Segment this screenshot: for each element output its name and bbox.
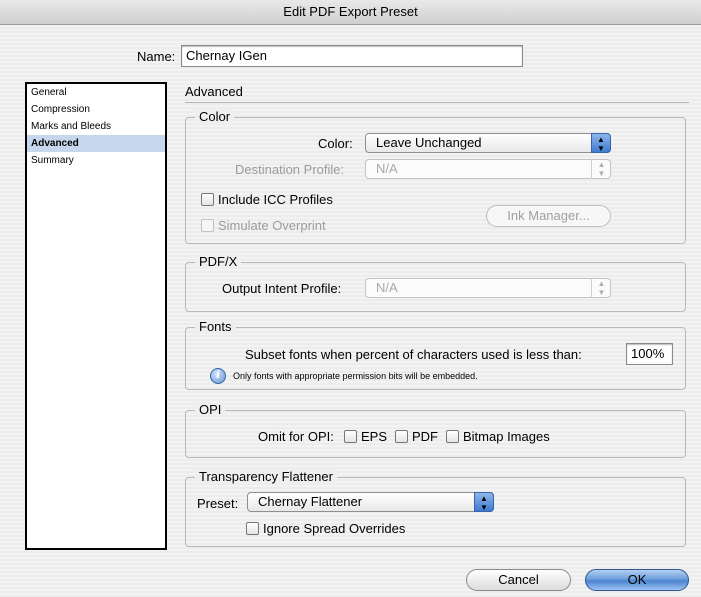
include-icc-profiles-checkbox[interactable]	[201, 193, 214, 206]
panel-title-divider	[185, 102, 689, 103]
ignore-spread-overrides-label: Ignore Spread Overrides	[263, 521, 406, 536]
ignore-spread-overrides-checkbox[interactable]	[246, 522, 259, 535]
sidebar-item-general[interactable]: General	[27, 84, 165, 101]
name-label: Name:	[137, 49, 176, 64]
simulate-overprint-label: Simulate Overprint	[218, 218, 326, 233]
include-icc-profiles-label: Include ICC Profiles	[218, 192, 333, 207]
fonts-group-title: Fonts	[195, 319, 236, 334]
destination-profile-value: N/A	[376, 161, 398, 176]
transparency-flattener-group-title: Transparency Flattener	[195, 469, 337, 484]
popup-arrows-icon: ▲ ▼	[591, 133, 611, 153]
color-popup-value: Leave Unchanged	[376, 135, 482, 150]
output-intent-profile-value: N/A	[376, 280, 398, 295]
fonts-info-text: Only fonts with appropriate permission b…	[233, 371, 478, 381]
opi-eps-checkbox[interactable]	[344, 430, 357, 443]
output-intent-profile-label: Output Intent Profile:	[222, 281, 342, 296]
opi-bitmap-images-label: Bitmap Images	[463, 429, 550, 444]
flattener-preset-popup[interactable]: Chernay Flattener ▲ ▼	[247, 492, 494, 512]
simulate-overprint-checkbox[interactable]	[201, 219, 214, 232]
opi-pdf-checkbox[interactable]	[395, 430, 408, 443]
category-list: General Compression Marks and Bleeds Adv…	[25, 82, 167, 550]
output-intent-profile-popup[interactable]: N/A ▲ ▼	[365, 278, 611, 298]
popup-arrows-icon: ▲ ▼	[591, 278, 611, 298]
destination-profile-popup[interactable]: N/A ▲ ▼	[365, 159, 611, 179]
color-group-title: Color	[195, 109, 235, 124]
destination-profile-label: Destination Profile:	[235, 162, 345, 177]
name-field[interactable]: Chernay IGen	[181, 45, 523, 67]
color-popup[interactable]: Leave Unchanged ▲ ▼	[365, 133, 611, 153]
flattener-preset-value: Chernay Flattener	[258, 494, 363, 509]
omit-for-opi-label: Omit for OPI:	[258, 429, 334, 444]
panel-title: Advanced	[185, 84, 243, 99]
pdfx-group-title: PDF/X	[195, 254, 242, 269]
sidebar-item-compression[interactable]: Compression	[27, 101, 165, 118]
opi-bitmap-images-checkbox[interactable]	[446, 430, 459, 443]
cancel-button[interactable]: Cancel	[466, 569, 571, 591]
opi-group-title: OPI	[195, 402, 226, 417]
subset-fonts-percent-field[interactable]: 100%	[626, 343, 673, 365]
flattener-preset-label: Preset:	[197, 496, 239, 511]
ink-manager-button[interactable]: Ink Manager...	[486, 205, 611, 227]
ok-button[interactable]: OK	[585, 569, 689, 591]
popup-arrows-icon: ▲ ▼	[474, 492, 494, 512]
window-title: Edit PDF Export Preset	[283, 4, 418, 19]
popup-arrows-icon: ▲ ▼	[591, 159, 611, 179]
transparency-flattener-group	[185, 477, 686, 547]
opi-pdf-label: PDF	[412, 429, 438, 444]
window-title-bar: Edit PDF Export Preset	[0, 0, 701, 25]
sidebar-item-marks-and-bleeds[interactable]: Marks and Bleeds	[27, 118, 165, 135]
opi-eps-label: EPS	[361, 429, 388, 444]
info-icon: i	[210, 368, 226, 384]
color-label: Color:	[318, 136, 353, 151]
subset-fonts-label: Subset fonts when percent of characters …	[245, 347, 582, 362]
sidebar-item-summary[interactable]: Summary	[27, 152, 165, 169]
sidebar-item-advanced[interactable]: Advanced	[27, 135, 165, 152]
